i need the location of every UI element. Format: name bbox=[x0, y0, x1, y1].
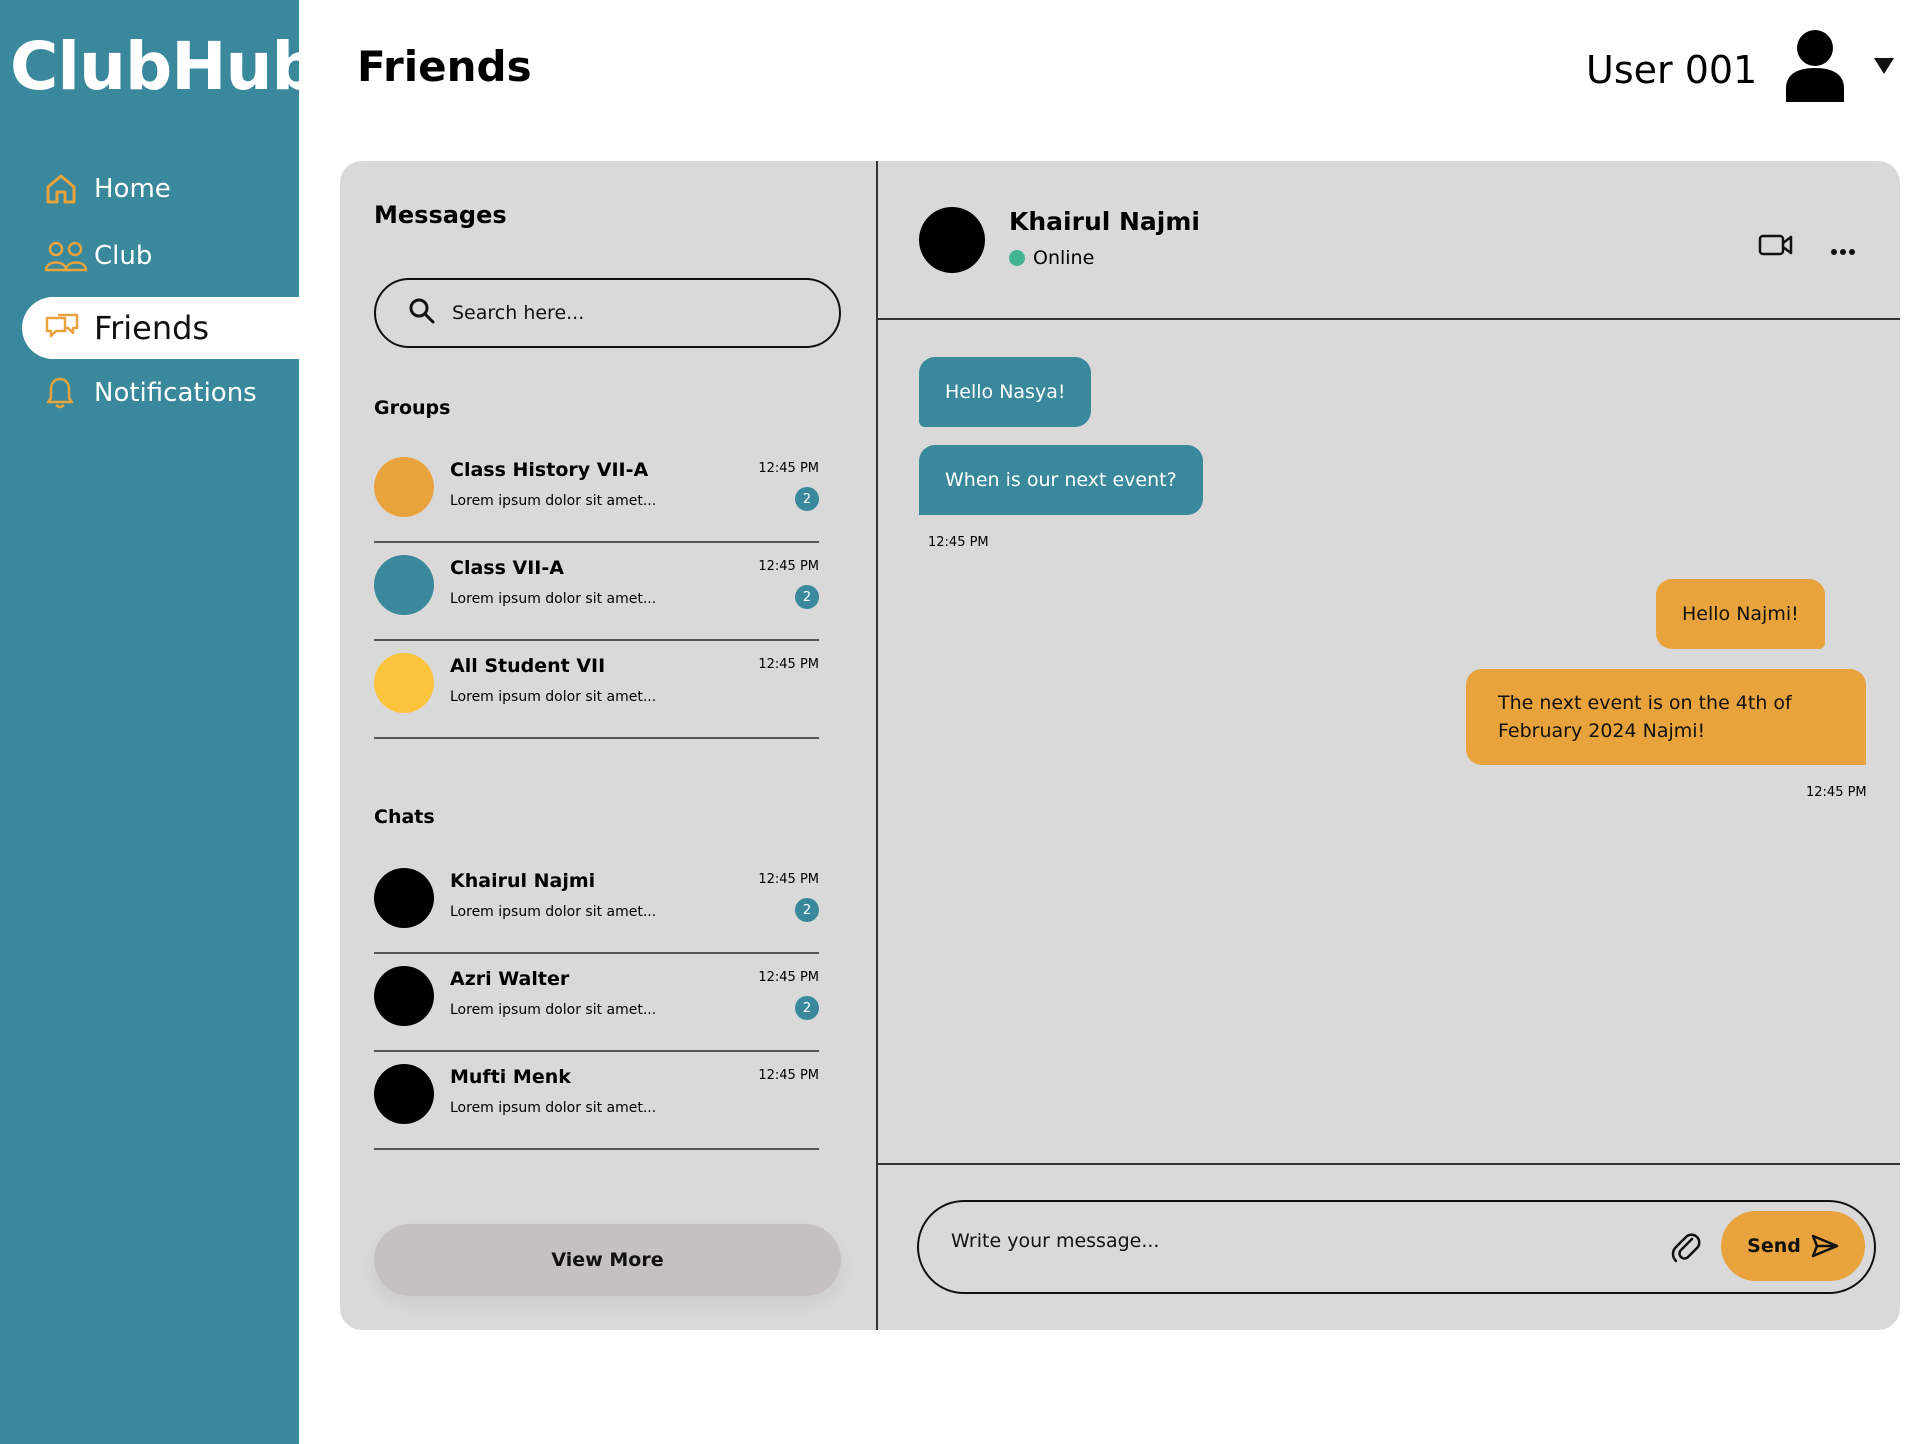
contact-name: Khairul Najmi bbox=[1009, 207, 1200, 236]
sidebar: ClubHub Home Club Friends Notifications bbox=[0, 0, 319, 1444]
chat-preview: Lorem ipsum dolor sit amet... bbox=[450, 904, 657, 920]
status-text: Online bbox=[1033, 247, 1095, 269]
groups-label: Groups bbox=[374, 397, 451, 419]
user-name[interactable]: User 001 bbox=[1586, 48, 1757, 92]
message-time: 12:45 PM bbox=[928, 535, 989, 550]
chat-row[interactable]: Khairul Najmi Lorem ipsum dolor sit amet… bbox=[374, 856, 819, 954]
composer-divider bbox=[876, 1163, 1900, 1165]
outgoing-message: The next event is on the 4th of February… bbox=[1466, 669, 1866, 765]
group-preview: Lorem ipsum dolor sit amet... bbox=[450, 493, 657, 509]
group-avatar bbox=[374, 653, 434, 713]
more-options-icon[interactable] bbox=[1830, 241, 1856, 260]
chat-preview: Lorem ipsum dolor sit amet... bbox=[450, 1100, 657, 1116]
chat-avatar bbox=[374, 1064, 434, 1124]
contact-avatar bbox=[919, 207, 985, 273]
sidebar-item-home[interactable]: Home bbox=[22, 158, 299, 220]
header-divider bbox=[876, 318, 1900, 320]
unread-badge: 2 bbox=[795, 898, 819, 922]
group-name: All Student VII bbox=[450, 655, 606, 677]
group-preview: Lorem ipsum dolor sit amet... bbox=[450, 689, 657, 705]
messages-title: Messages bbox=[374, 201, 507, 229]
search-input[interactable] bbox=[452, 302, 812, 324]
chat-avatar bbox=[374, 966, 434, 1026]
sidebar-item-club[interactable]: Club bbox=[22, 225, 299, 287]
incoming-message: Hello Nasya! bbox=[919, 357, 1092, 427]
incoming-message: When is our next event? bbox=[919, 445, 1203, 515]
chat-time: 12:45 PM bbox=[758, 1068, 819, 1083]
group-time: 12:45 PM bbox=[758, 461, 819, 476]
panel-divider bbox=[876, 161, 878, 1330]
group-row[interactable]: All Student VII Lorem ipsum dolor sit am… bbox=[374, 641, 819, 739]
search-box[interactable] bbox=[374, 278, 841, 348]
sidebar-item-label: Club bbox=[94, 241, 153, 271]
user-avatar-icon[interactable] bbox=[1784, 28, 1846, 106]
chat-name: Azri Walter bbox=[450, 968, 570, 990]
chat-row[interactable]: Azri Walter Lorem ipsum dolor sit amet..… bbox=[374, 954, 819, 1052]
chat-avatar bbox=[374, 868, 434, 928]
group-avatar bbox=[374, 555, 434, 615]
chat-name: Mufti Menk bbox=[450, 1066, 571, 1088]
chats-label: Chats bbox=[374, 806, 435, 828]
send-label: Send bbox=[1747, 1235, 1801, 1257]
chat-time: 12:45 PM bbox=[758, 872, 819, 887]
chat-name: Khairul Najmi bbox=[450, 870, 596, 892]
unread-badge: 2 bbox=[795, 487, 819, 511]
outgoing-message: Hello Najmi! bbox=[1656, 579, 1825, 649]
contact-status: Online bbox=[1009, 247, 1094, 269]
chat-bubbles-icon bbox=[44, 310, 88, 346]
app-logo: ClubHub bbox=[10, 28, 319, 105]
sidebar-item-friends[interactable]: Friends bbox=[22, 297, 299, 359]
group-avatar bbox=[374, 457, 434, 517]
unread-badge: 2 bbox=[795, 996, 819, 1020]
send-button[interactable]: Send bbox=[1721, 1211, 1865, 1281]
group-preview: Lorem ipsum dolor sit amet... bbox=[450, 591, 657, 607]
group-row[interactable]: Class History VII-A Lorem ipsum dolor si… bbox=[374, 445, 819, 543]
group-name: Class VII-A bbox=[450, 557, 564, 579]
sidebar-item-label: Friends bbox=[94, 309, 210, 347]
chevron-down-icon[interactable] bbox=[1874, 58, 1894, 74]
search-icon bbox=[408, 297, 436, 329]
unread-badge: 2 bbox=[795, 585, 819, 609]
message-composer: Send bbox=[917, 1200, 1876, 1294]
send-icon bbox=[1811, 1234, 1839, 1258]
users-icon bbox=[44, 238, 88, 274]
page-title: Friends bbox=[357, 42, 532, 91]
online-indicator bbox=[1009, 250, 1025, 266]
chat-time: 12:45 PM bbox=[758, 970, 819, 985]
group-name: Class History VII-A bbox=[450, 459, 649, 481]
message-time: 12:45 PM bbox=[1806, 785, 1867, 800]
paperclip-icon[interactable] bbox=[1671, 1230, 1701, 1268]
sidebar-item-label: Notifications bbox=[94, 378, 257, 408]
bell-icon bbox=[44, 375, 88, 411]
group-time: 12:45 PM bbox=[758, 559, 819, 574]
view-more-button[interactable]: View More bbox=[374, 1224, 841, 1296]
message-input[interactable] bbox=[951, 1230, 1631, 1252]
messages-panel: Messages Groups Class History VII-A Lore… bbox=[340, 161, 1900, 1330]
chat-preview: Lorem ipsum dolor sit amet... bbox=[450, 1002, 657, 1018]
group-row[interactable]: Class VII-A Lorem ipsum dolor sit amet..… bbox=[374, 543, 819, 641]
group-time: 12:45 PM bbox=[758, 657, 819, 672]
sidebar-item-notifications[interactable]: Notifications bbox=[22, 362, 299, 424]
chat-row[interactable]: Mufti Menk Lorem ipsum dolor sit amet...… bbox=[374, 1052, 819, 1150]
home-icon bbox=[44, 171, 88, 207]
sidebar-item-label: Home bbox=[94, 174, 171, 204]
video-call-icon[interactable] bbox=[1758, 233, 1794, 261]
